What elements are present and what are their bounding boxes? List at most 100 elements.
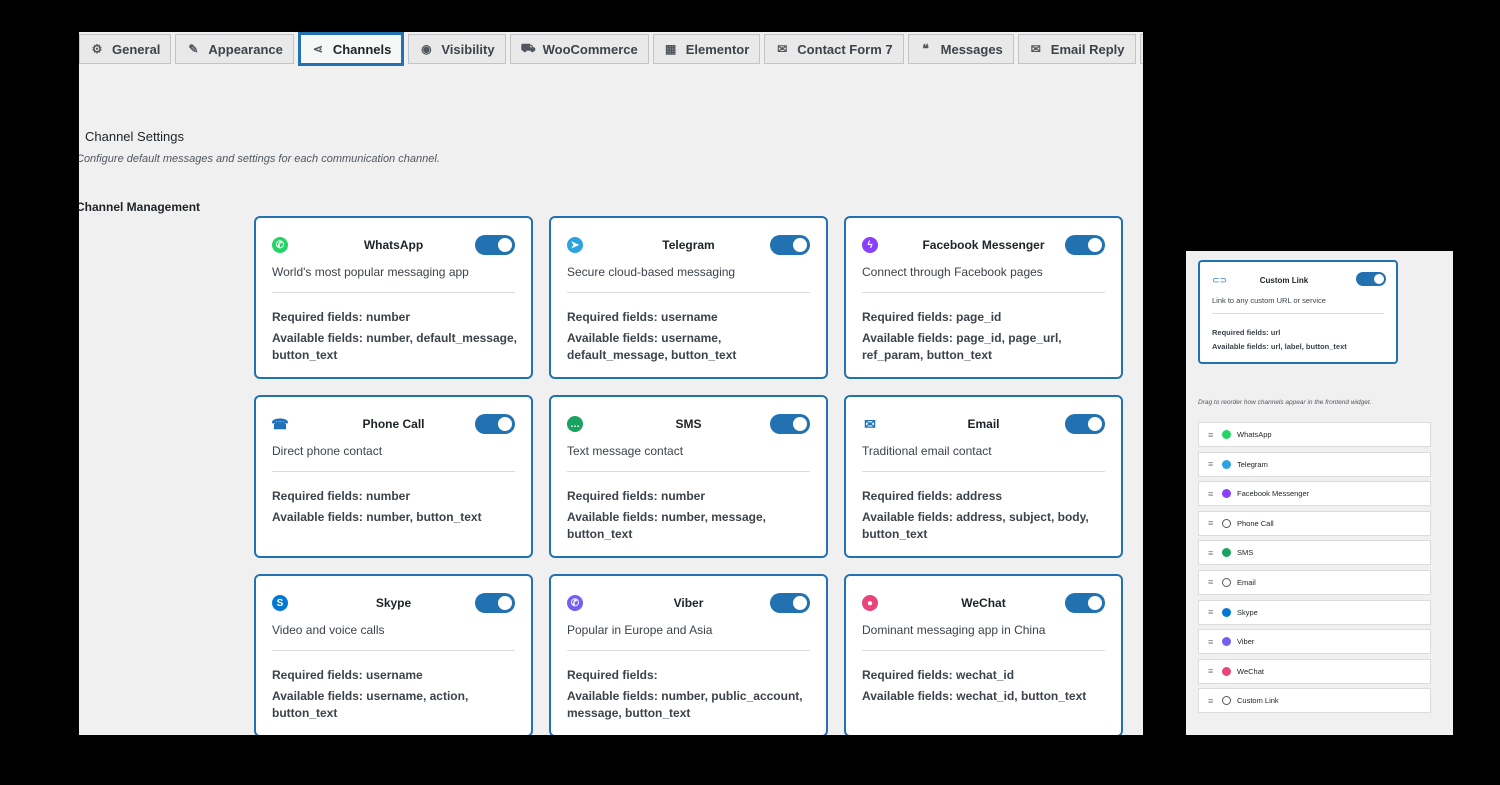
- drag-hint: Drag to reorder how channels appear in t…: [1198, 399, 1372, 406]
- channel-description: Dominant messaging app in China: [862, 623, 1046, 637]
- channel-toggle[interactable]: [770, 235, 810, 255]
- drag-handle-icon[interactable]: ≡: [1208, 430, 1216, 440]
- section-description: Configure default messages and settings …: [79, 153, 440, 165]
- channel-management-label: Channel Management: [79, 200, 201, 214]
- settings-tabs: ⚙ General ✎ Appearance ⋖ Channels ◉ Visibility ⛟…: [79, 32, 1143, 66]
- channel-icon: [1222, 577, 1231, 587]
- channel-toggle[interactable]: [475, 593, 515, 613]
- tab-advanced[interactable]: 🔧Advanced: [1139, 34, 1143, 64]
- tab-general[interactable]: ⚙ General: [79, 34, 172, 64]
- channel-description: Traditional email contact: [862, 444, 992, 458]
- sort-item-email[interactable]: ≡ Email: [1198, 569, 1431, 595]
- required-fields: Required fields: address: [862, 489, 1003, 503]
- paintbrush-icon: ✎: [188, 42, 199, 56]
- available-fields: Available fields: wechat_id, button_text: [862, 689, 1087, 703]
- channel-toggle[interactable]: [770, 414, 810, 434]
- channel-card-email: ✉ Email Traditional email contact Required …: [844, 395, 1123, 558]
- channel-description: Video and voice calls: [272, 623, 385, 637]
- sort-item-label: Facebook Messenger: [1237, 489, 1310, 499]
- sort-item-sms[interactable]: ≡ SMS: [1198, 540, 1431, 566]
- channel-card-telegram: ➤ Telegram Secure cloud-based messaging Req…: [549, 216, 828, 379]
- channel-card-skype: S Skype Video and voice calls Required fiel…: [254, 574, 533, 735]
- divider: [862, 292, 1105, 293]
- channel-toggle[interactable]: [475, 235, 515, 255]
- channel-name: Custom Link: [1259, 276, 1309, 285]
- tab-visibility[interactable]: ◉ Visibility: [408, 34, 506, 64]
- drag-handle-icon[interactable]: ≡: [1208, 696, 1216, 706]
- sort-item-label: Custom Link: [1237, 696, 1279, 706]
- tab-contact-form-7[interactable]: ✉ Contact Form 7: [764, 34, 904, 64]
- side-panel: ⊂⊃ Custom Link Link to any custom URL or…: [1186, 251, 1453, 735]
- channel-icon: [1222, 489, 1231, 499]
- sort-item-wechat[interactable]: ≡ WeChat: [1198, 658, 1431, 684]
- mail-icon: ✉: [1030, 42, 1041, 56]
- tab-messages[interactable]: ❝ Messages: [907, 34, 1014, 64]
- tab-label: Email Reply: [1050, 41, 1125, 57]
- channel-icon: [1222, 518, 1231, 528]
- channel-toggle[interactable]: [1065, 593, 1105, 613]
- channel-card-viber: ✆ Viber Popular in Europe and Asia Required…: [549, 574, 828, 735]
- available-fields: Available fields: username, action, butt…: [272, 689, 469, 720]
- drag-handle-icon[interactable]: ≡: [1208, 518, 1216, 528]
- required-fields: Required fields: page_id: [862, 310, 1002, 324]
- drag-handle-icon[interactable]: ≡: [1208, 459, 1216, 469]
- channel-card-phone-call: ☎ Phone Call Direct phone contact Required …: [254, 395, 533, 558]
- sort-item-facebook-messenger[interactable]: ≡ Facebook Messenger: [1198, 481, 1431, 507]
- drag-handle-icon[interactable]: ≡: [1208, 489, 1216, 499]
- drag-handle-icon[interactable]: ≡: [1208, 637, 1216, 647]
- tab-elementor[interactable]: ▦ Elementor: [652, 34, 761, 64]
- custom-link-toggle[interactable]: [1356, 272, 1386, 286]
- divider: [567, 292, 810, 293]
- tab-label: Appearance: [208, 41, 283, 57]
- tab-label: WooCommerce: [542, 41, 638, 57]
- required-fields: Required fields:: [567, 668, 658, 682]
- grid-icon: ▦: [665, 42, 677, 56]
- channel-description: Direct phone contact: [272, 444, 383, 458]
- channel-toggle[interactable]: [1065, 235, 1105, 255]
- tab-label: Elementor: [685, 41, 750, 57]
- drag-handle-icon[interactable]: ≡: [1208, 548, 1216, 558]
- sort-item-viber[interactable]: ≡ Viber: [1198, 629, 1431, 655]
- channel-toggle[interactable]: [475, 414, 515, 434]
- channel-description: Connect through Facebook pages: [862, 265, 1043, 279]
- sort-item-skype[interactable]: ≡ Skype: [1198, 599, 1431, 625]
- channel-card-wechat: ● WeChat Dominant messaging app in China Re…: [844, 574, 1123, 735]
- channel-toggle[interactable]: [770, 593, 810, 613]
- sort-item-label: SMS: [1237, 548, 1254, 558]
- channel-toggle[interactable]: [1065, 414, 1105, 434]
- channel-icon: [1222, 637, 1231, 647]
- sort-item-custom-link[interactable]: ≡ Custom Link: [1198, 688, 1431, 714]
- sort-item-whatsapp[interactable]: ≡ WhatsApp: [1198, 422, 1431, 447]
- card-header: ϟ Facebook Messenger: [862, 235, 1105, 257]
- card-header: ☎ Phone Call: [271, 414, 515, 436]
- channel-card-custom-link: ⊂⊃ Custom Link Link to any custom URL or…: [1198, 260, 1398, 364]
- tab-appearance[interactable]: ✎ Appearance: [175, 34, 294, 64]
- gear-icon: ⚙: [91, 42, 103, 56]
- channel-icon: [1222, 459, 1231, 469]
- tab-channels[interactable]: ⋖ Channels: [297, 32, 405, 66]
- tab-woocommerce[interactable]: ⛟ WooCommerce: [509, 34, 649, 64]
- tab-label: Channels: [332, 41, 392, 57]
- sort-item-label: Viber: [1237, 637, 1255, 647]
- tab-label: General: [112, 41, 161, 57]
- tab-label: Contact Form 7: [797, 41, 893, 57]
- divider: [862, 471, 1105, 472]
- sort-item-phone-call[interactable]: ≡ Phone Call: [1198, 510, 1431, 536]
- sort-item-label: Telegram: [1237, 459, 1268, 469]
- drag-handle-icon[interactable]: ≡: [1208, 666, 1216, 676]
- sort-item-telegram[interactable]: ≡ Telegram: [1198, 451, 1431, 477]
- card-header: S Skype: [272, 593, 515, 615]
- drag-handle-icon[interactable]: ≡: [1208, 577, 1216, 587]
- tab-email-reply[interactable]: ✉ Email Reply: [1017, 34, 1136, 64]
- required-fields: Required fields: username: [567, 310, 718, 324]
- required-fields: Required fields: number: [272, 489, 411, 503]
- channel-card-whatsapp: ✆ WhatsApp World's most popular messaging …: [254, 216, 533, 379]
- channel-icon: [1222, 666, 1231, 676]
- channel-description: Secure cloud-based messaging: [567, 265, 736, 279]
- required-fields: Required fields: username: [272, 668, 423, 682]
- required-fields: Required fields: url: [1212, 328, 1281, 337]
- drag-handle-icon[interactable]: ≡: [1208, 607, 1216, 617]
- section-title: Channel Settings: [85, 129, 185, 144]
- card-header: ✉ Email: [862, 414, 1105, 436]
- main-settings-panel: ⚙ General ✎ Appearance ⋖ Channels ◉ Visibility ⛟…: [79, 32, 1143, 735]
